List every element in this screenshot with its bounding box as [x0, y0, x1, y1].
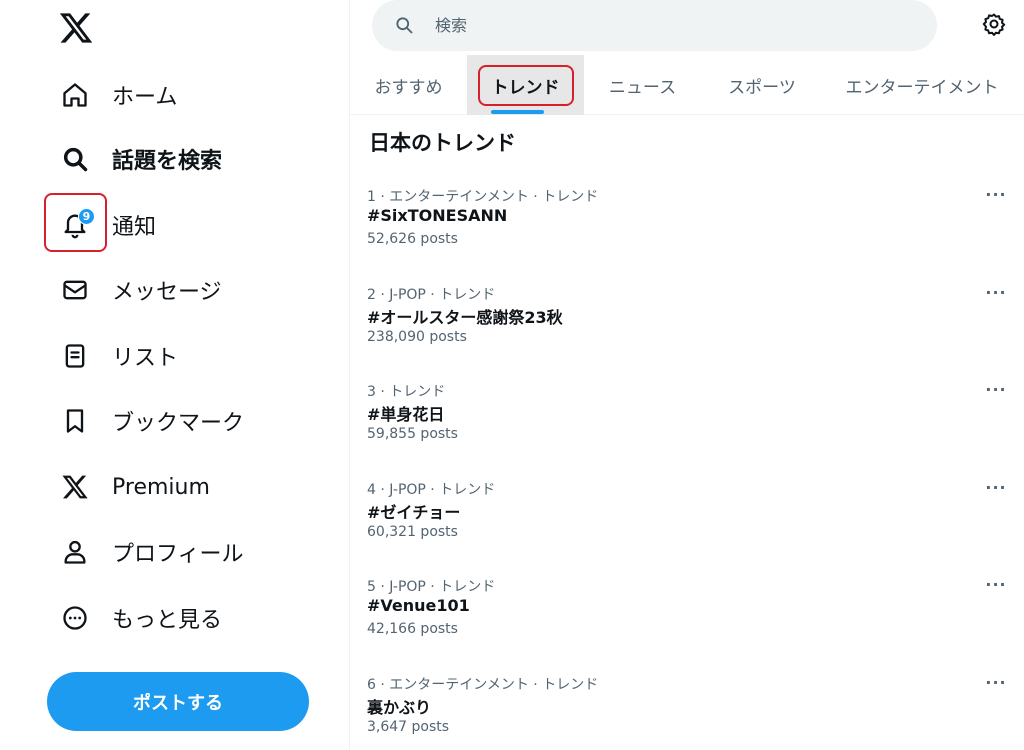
- tab-label-news: ニュース: [608, 77, 677, 98]
- more-options-icon[interactable]: ···: [981, 377, 1011, 401]
- bell-icon: 9: [52, 202, 98, 248]
- tab-label-trending: トレンド: [477, 64, 574, 106]
- list-icon: [52, 333, 98, 379]
- tab-entertainment[interactable]: エンターテイメント: [823, 55, 1021, 115]
- home-icon: [52, 72, 98, 118]
- trend-name: #オールスター感謝祭23秋: [367, 308, 563, 327]
- trend-count: 60,321 posts: [367, 524, 458, 540]
- nav-item-lists[interactable]: リスト: [52, 331, 178, 381]
- nav-label-premium: Premium: [112, 474, 210, 500]
- trend-count: 52,626 posts: [367, 231, 458, 247]
- nav-item-home[interactable]: ホーム: [52, 70, 177, 120]
- search-input[interactable]: [435, 16, 915, 35]
- more-circle-icon: [52, 595, 98, 641]
- search-icon: [52, 136, 98, 182]
- trend-count: 238,090 posts: [367, 329, 467, 345]
- nav-item-profile[interactable]: プロフィール: [52, 527, 244, 577]
- trend-name: #単身花日: [367, 405, 445, 424]
- tab-label-sports: スポーツ: [728, 77, 796, 98]
- trend-item[interactable]: 1 · エンターテインメント · トレンド #SixTONESANN 52,62…: [350, 185, 1024, 283]
- nav-item-premium[interactable]: Premium: [52, 462, 210, 512]
- section-title: 日本のトレンド: [369, 131, 516, 155]
- trend-item[interactable]: 6 · エンターテインメント · トレンド 裏かぶり 3,647 posts ·…: [350, 673, 1024, 750]
- search-icon: [394, 15, 416, 37]
- trend-meta: 2 · J-POP · トレンド: [367, 287, 496, 303]
- notification-badge: 9: [78, 208, 95, 225]
- explore-main: おすすめ トレンド ニュース スポーツ エンターテイメント 日本のトレンド 1 …: [349, 0, 1024, 750]
- x-logo-icon[interactable]: [58, 10, 94, 46]
- nav-item-explore[interactable]: 話題を検索: [52, 134, 222, 184]
- trend-name: #ゼイチョー: [367, 503, 461, 522]
- trend-item[interactable]: 3 · トレンド #単身花日 59,855 posts ···: [350, 380, 1024, 478]
- settings-gear-icon[interactable]: [982, 12, 1008, 38]
- trend-item[interactable]: 2 · J-POP · トレンド #オールスター感謝祭23秋 238,090 p…: [350, 283, 1024, 381]
- x-logo-icon: [52, 464, 98, 510]
- nav-label-profile: プロフィール: [112, 542, 244, 567]
- nav-item-messages[interactable]: メッセージ: [52, 265, 222, 315]
- bookmark-icon: [52, 398, 98, 444]
- nav-item-notifications[interactable]: 9 通知: [52, 200, 156, 250]
- tab-sports[interactable]: スポーツ: [701, 55, 823, 115]
- tab-label-for-you: おすすめ: [374, 77, 443, 98]
- nav-label-messages: メッセージ: [112, 280, 222, 305]
- nav-label-more: もっと見る: [112, 608, 223, 633]
- trend-meta: 5 · J-POP · トレンド: [367, 579, 496, 595]
- more-options-icon[interactable]: ···: [981, 670, 1011, 694]
- nav-label-home: ホーム: [112, 85, 178, 110]
- trend-meta: 1 · エンターテインメント · トレンド: [367, 189, 599, 205]
- more-options-icon[interactable]: ···: [981, 280, 1011, 304]
- search-bar[interactable]: [372, 0, 937, 51]
- nav-label-notifications: 通知: [112, 215, 157, 240]
- more-options-icon[interactable]: ···: [981, 182, 1011, 206]
- trend-name: #Venue101: [367, 596, 470, 615]
- more-options-icon[interactable]: ···: [981, 572, 1011, 596]
- nav-item-bookmarks[interactable]: ブックマーク: [52, 396, 244, 446]
- trend-count: 42,166 posts: [367, 621, 458, 637]
- explore-tabs: おすすめ トレンド ニュース スポーツ エンターテイメント: [350, 55, 1024, 115]
- sidebar: ホーム 話題を検索 9 通知 メッセージ リスト ブックマーク Premium …: [0, 0, 348, 750]
- nav-label-bookmarks: ブックマーク: [112, 411, 245, 436]
- nav-label-lists: リスト: [112, 346, 179, 371]
- trend-count: 3,647 posts: [367, 719, 450, 735]
- tab-news[interactable]: ニュース: [584, 55, 701, 115]
- trend-item[interactable]: 5 · J-POP · トレンド #Venue101 42,166 posts …: [350, 575, 1024, 673]
- trend-meta: 4 · J-POP · トレンド: [367, 482, 496, 498]
- trend-name: #SixTONESANN: [367, 206, 508, 225]
- trend-count: 59,855 posts: [367, 426, 458, 442]
- tab-for-you[interactable]: おすすめ: [350, 55, 467, 115]
- more-options-icon[interactable]: ···: [981, 475, 1011, 499]
- app: ホーム 話題を検索 9 通知 メッセージ リスト ブックマーク Premium …: [0, 0, 1024, 750]
- trend-item[interactable]: 4 · J-POP · トレンド #ゼイチョー 60,321 posts ···: [350, 478, 1024, 576]
- trend-meta: 3 · トレンド: [367, 384, 446, 400]
- tab-label-entertainment: エンターテイメント: [845, 77, 999, 98]
- nav-item-more[interactable]: もっと見る: [52, 593, 222, 643]
- mail-icon: [52, 267, 98, 313]
- tab-trending[interactable]: トレンド: [467, 55, 584, 115]
- active-tab-indicator: [491, 110, 544, 114]
- trend-name: 裏かぶり: [367, 698, 432, 717]
- trend-meta: 6 · エンターテインメント · トレンド: [367, 677, 599, 693]
- post-button[interactable]: ポストする: [47, 672, 309, 731]
- person-icon: [52, 529, 98, 575]
- nav-label-explore: 話題を検索: [112, 149, 223, 174]
